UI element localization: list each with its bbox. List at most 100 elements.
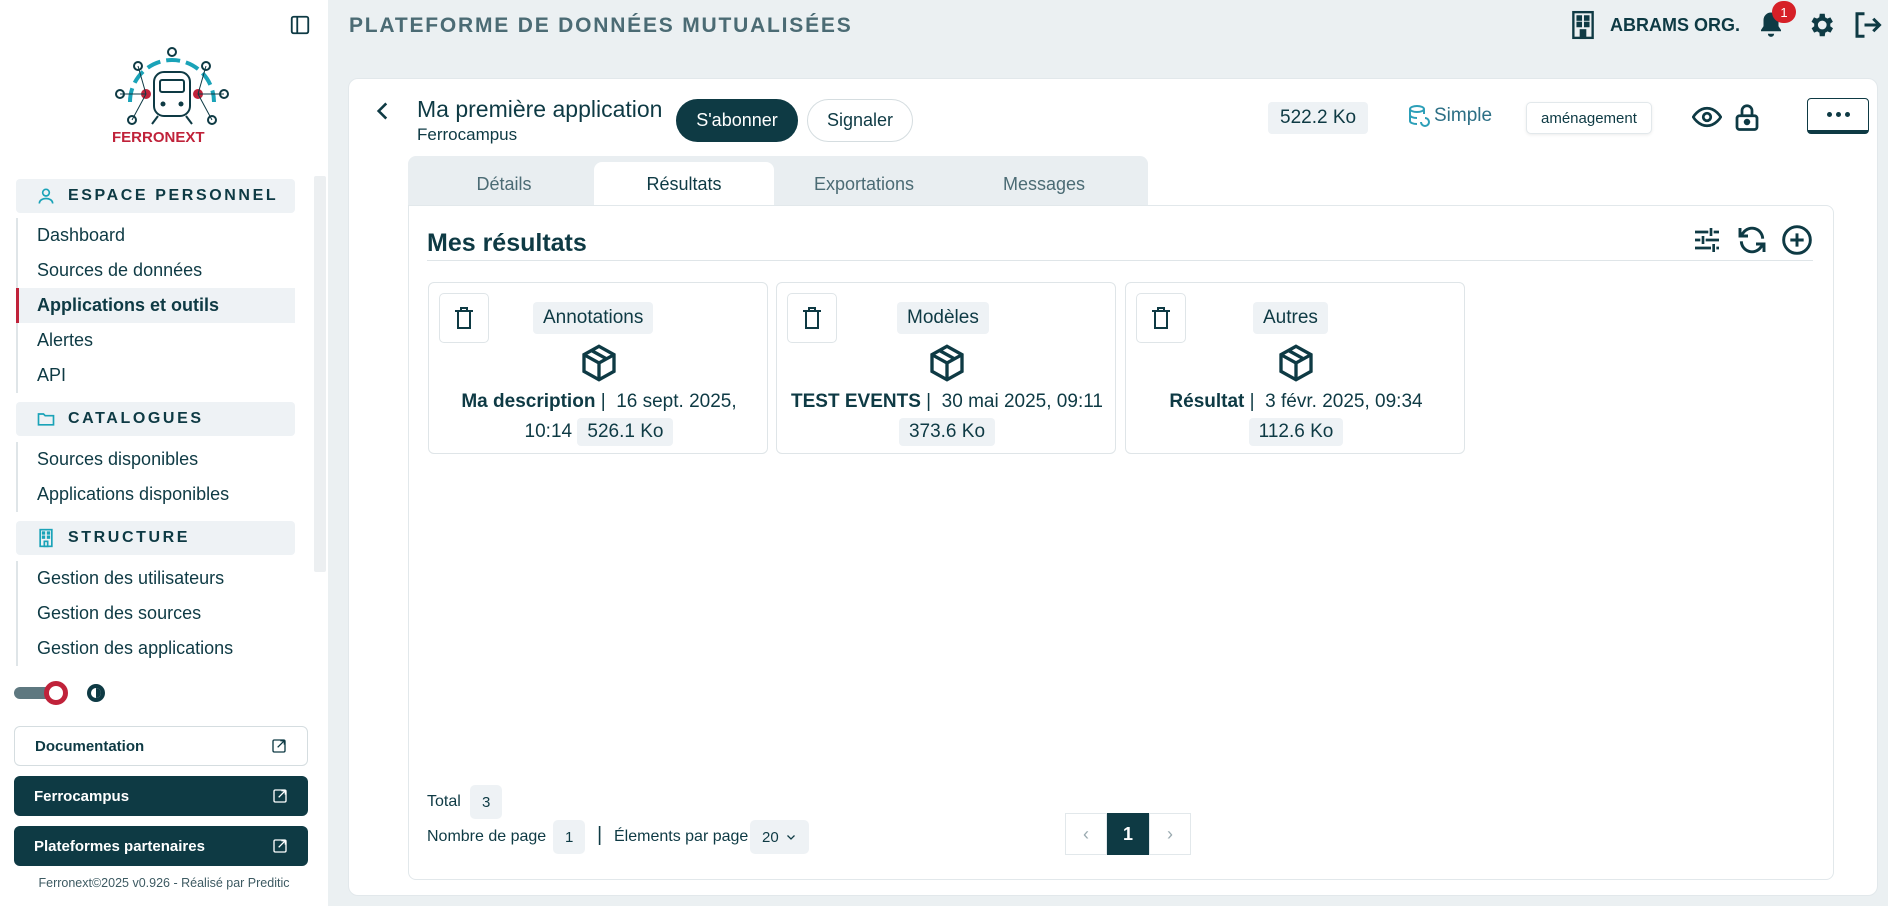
result-date: 16 sept. 2025, xyxy=(616,391,737,412)
next-page-button[interactable]: › xyxy=(1149,813,1191,855)
refresh-icon[interactable] xyxy=(1736,224,1768,256)
ferrocampus-button[interactable]: Ferrocampus xyxy=(14,776,308,816)
package-icon xyxy=(1279,344,1313,382)
sidebar-item-manage-sources[interactable]: Gestion des sources xyxy=(18,596,295,631)
chevron-down-icon xyxy=(786,835,795,840)
lock-icon[interactable] xyxy=(1732,102,1762,132)
more-options-button[interactable] xyxy=(1807,98,1869,134)
pages-count: 1 xyxy=(553,820,586,854)
delete-button[interactable] xyxy=(1136,293,1186,343)
theme-toggle[interactable] xyxy=(14,680,68,706)
add-circle-icon[interactable] xyxy=(1781,224,1813,256)
tab-bar: Détails Résultats Exportations Messages xyxy=(408,156,1148,206)
sidebar-scrollbar[interactable] xyxy=(314,176,326,572)
sidebar-item-dashboard[interactable]: Dashboard xyxy=(18,218,295,253)
result-type-chip: Annotations xyxy=(533,302,654,334)
result-info: TEST EVENTS | 30 mai 2025, 09:11 373.6 K… xyxy=(777,387,1117,447)
per-page-value: 20 xyxy=(762,828,779,846)
result-card-annotations[interactable]: Annotations Ma description | 16 sept. 20… xyxy=(428,282,768,454)
per-page-label: Élements par page xyxy=(614,828,749,845)
mode-indicator: Simple xyxy=(1406,104,1492,128)
sidebar-item-api[interactable]: API xyxy=(18,358,295,393)
tab-messages[interactable]: Messages xyxy=(954,162,1134,206)
page-1-button[interactable]: 1 xyxy=(1107,813,1149,855)
nav-group-personal: Dashboard Sources de données Application… xyxy=(16,218,295,393)
section-title: STRUCTURE xyxy=(68,529,191,546)
result-card-others[interactable]: Autres Résultat | 3 févr. 2025, 09:34 11… xyxy=(1125,282,1465,454)
tab-details[interactable]: Détails xyxy=(414,162,594,206)
result-name: Ma description xyxy=(461,391,596,412)
total-label: Total xyxy=(427,793,461,810)
result-name: TEST EVENTS xyxy=(791,391,921,412)
trash-icon xyxy=(1152,307,1170,329)
result-size: 373.6 Ko xyxy=(898,418,996,446)
result-date: 3 févr. 2025, 09:34 xyxy=(1265,391,1423,412)
filter-sliders-icon[interactable] xyxy=(1691,224,1723,256)
delete-button[interactable] xyxy=(787,293,837,343)
sidebar-item-data-sources[interactable]: Sources de données xyxy=(18,253,295,288)
theme-switcher xyxy=(14,680,108,706)
result-info: Résultat | 3 févr. 2025, 09:34 112.6 Ko xyxy=(1126,387,1466,447)
external-link-icon xyxy=(273,789,287,803)
sidebar-item-applications[interactable]: Applications et outils xyxy=(16,288,295,323)
result-size: 526.1 Ko xyxy=(577,418,674,446)
separator: | xyxy=(597,824,603,846)
app-title: Ma première application xyxy=(417,96,663,122)
documentation-button[interactable]: Documentation xyxy=(14,726,308,766)
pager: ‹ 1 › xyxy=(1065,813,1191,855)
sidebar-item-manage-apps[interactable]: Gestion des applications xyxy=(18,631,295,666)
mode-label: Simple xyxy=(1434,105,1493,126)
sidebar-item-manage-users[interactable]: Gestion des utilisateurs xyxy=(18,561,295,596)
subscribe-button[interactable]: S'abonner xyxy=(676,99,798,142)
logout-icon[interactable] xyxy=(1852,10,1882,40)
logo-text: FERRONEXT xyxy=(112,129,205,146)
brightness-icon xyxy=(87,684,105,702)
package-icon xyxy=(930,344,964,382)
report-button[interactable]: Signaler xyxy=(807,99,913,142)
app-subtitle: Ferrocampus xyxy=(417,125,518,144)
pages-label: Nombre de page xyxy=(427,828,547,845)
trash-icon xyxy=(455,307,473,329)
result-date: 30 mai 2025, 09:11 xyxy=(941,391,1103,412)
sidebar-collapse-icon[interactable] xyxy=(289,14,311,36)
nav-group-catalogues: Sources disponibles Applications disponi… xyxy=(16,442,295,512)
folder-icon xyxy=(37,413,55,426)
section-title: CATALOGUES xyxy=(68,410,204,427)
package-icon xyxy=(582,344,616,382)
result-type-chip: Autres xyxy=(1253,302,1328,334)
external-link-icon xyxy=(272,739,286,753)
result-size: 112.6 Ko xyxy=(1248,418,1344,446)
notification-badge: 1 xyxy=(1772,1,1796,23)
result-time: 10:14 xyxy=(524,421,573,442)
section-espace-personnel: ESPACE PERSONNEL xyxy=(16,179,295,213)
ferrocampus-label: Ferrocampus xyxy=(34,787,130,805)
trash-icon xyxy=(803,307,821,329)
delete-button[interactable] xyxy=(439,293,489,343)
page-title: PLATEFORME DE DONNÉES MUTUALISÉES xyxy=(349,14,853,37)
sidebar-item-available-apps[interactable]: Applications disponibles xyxy=(18,477,295,512)
result-card-models[interactable]: Modèles TEST EVENTS | 30 mai 2025, 09:11… xyxy=(776,282,1116,454)
back-chevron-icon[interactable] xyxy=(370,98,396,124)
user-icon xyxy=(38,188,54,204)
org-selector[interactable]: ABRAMS ORG. xyxy=(1570,10,1740,40)
divider xyxy=(427,260,1813,261)
building-icon xyxy=(1572,10,1594,40)
gear-icon[interactable] xyxy=(1806,10,1836,40)
sidebar-item-available-sources[interactable]: Sources disponibles xyxy=(18,442,295,477)
tab-results[interactable]: Résultats xyxy=(594,162,774,206)
org-name: ABRAMS ORG. xyxy=(1610,14,1740,35)
prev-page-button[interactable]: ‹ xyxy=(1065,813,1107,855)
footer-text: Ferronext©2025 v0.926 - Réalisé par Pred… xyxy=(38,876,290,890)
result-type-chip: Modèles xyxy=(897,302,989,334)
per-page-select[interactable]: 20 xyxy=(750,820,809,854)
external-link-icon xyxy=(273,839,287,853)
total-count: 3 xyxy=(470,785,503,819)
sidebar-item-alerts[interactable]: Alertes xyxy=(18,323,295,358)
eye-icon[interactable] xyxy=(1692,102,1722,132)
partners-button[interactable]: Plateformes partenaires xyxy=(14,826,308,866)
sidebar: FERRONEXT ESPACE PERSONNEL Dashboard Sou… xyxy=(0,0,328,906)
tab-exports[interactable]: Exportations xyxy=(774,162,954,206)
section-catalogues: CATALOGUES xyxy=(16,402,295,436)
section-structure: STRUCTURE xyxy=(16,521,295,555)
section-title: ESPACE PERSONNEL xyxy=(68,187,279,204)
